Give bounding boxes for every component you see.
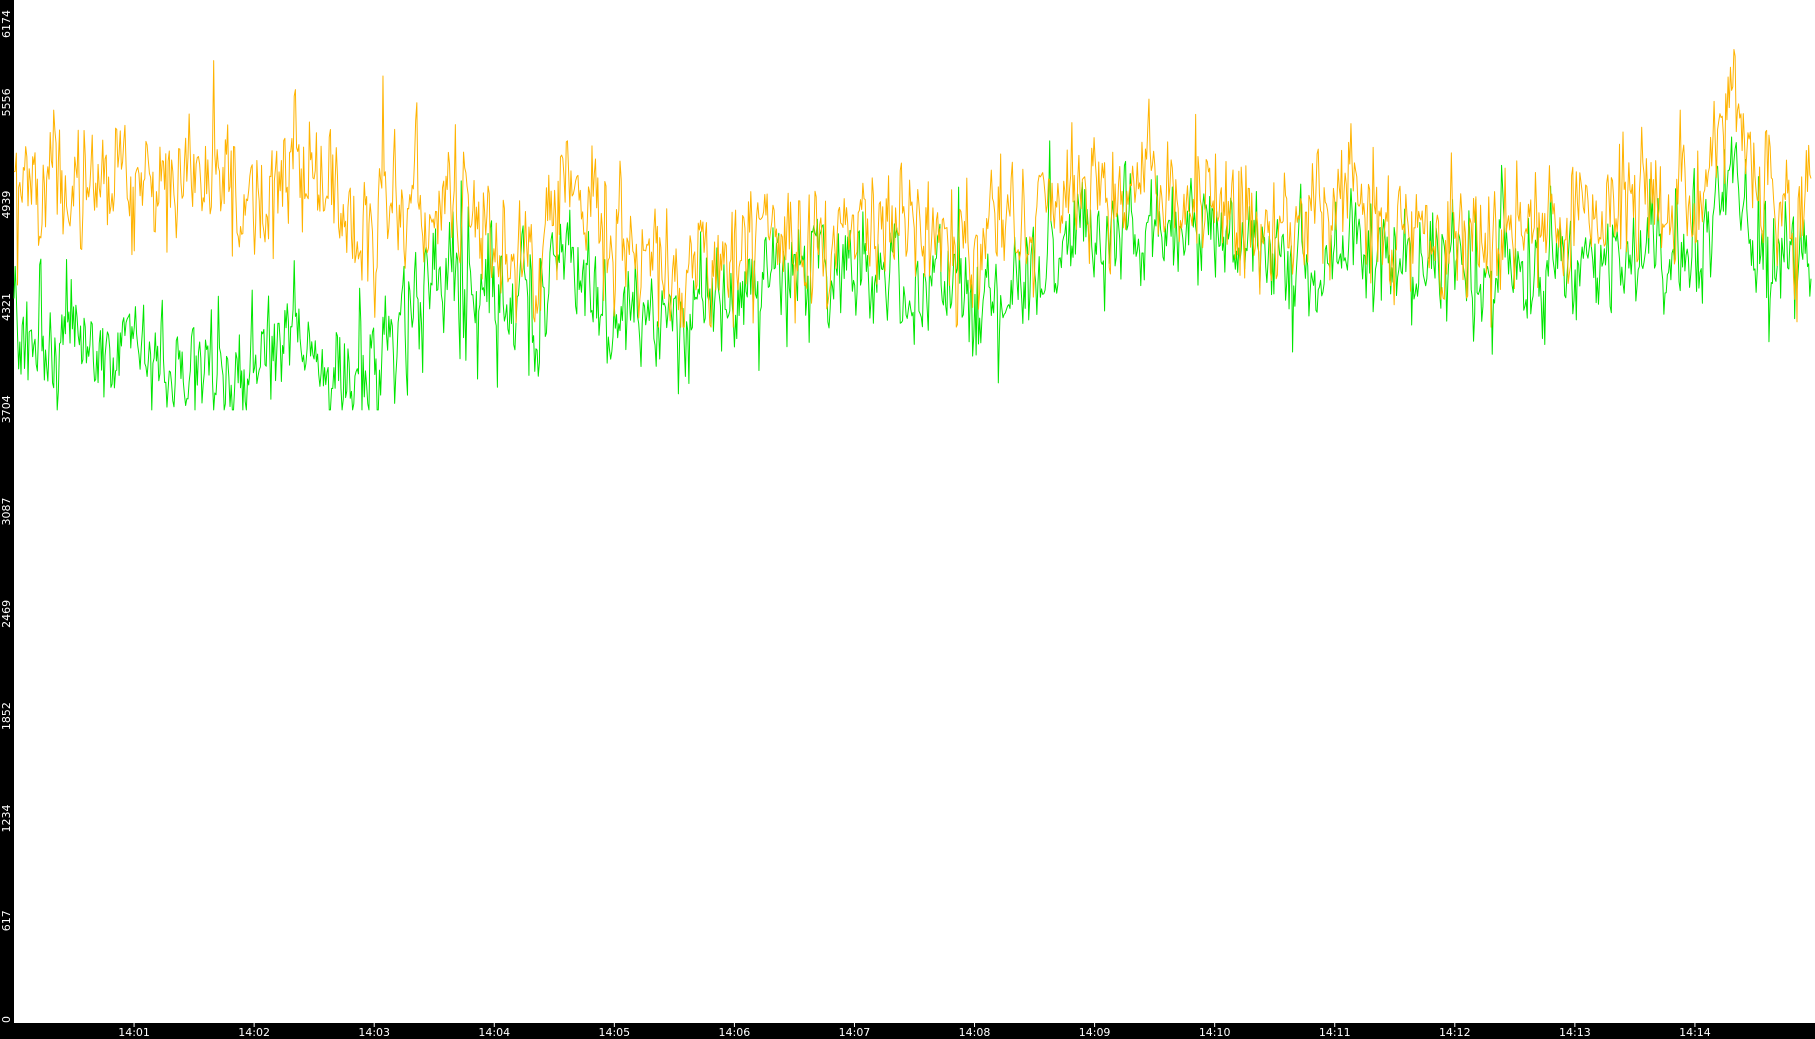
y-tick-label: 3087: [0, 498, 13, 526]
y-tick-label: 0: [0, 1016, 13, 1023]
y-tick-label: 6174: [0, 10, 13, 38]
x-tick-label: 14:06: [719, 1026, 751, 1039]
chart-canvas: 0 617 1234 1852 2469 3087 3704 4321 4939 5556 6174…: [0, 0, 1815, 1039]
y-tick-label: 2469: [0, 600, 13, 628]
y-tick-label: 1852: [0, 702, 13, 730]
x-tick-label: 14:11: [1319, 1026, 1351, 1039]
x-tick-label: 14:08: [959, 1026, 991, 1039]
x-tick-label: 14:14: [1679, 1026, 1711, 1039]
x-tick-label: 14:12: [1439, 1026, 1471, 1039]
x-tick-label: 14:05: [598, 1026, 630, 1039]
x-tick-label: 14:13: [1559, 1026, 1591, 1039]
y-tick-label: 617: [0, 910, 13, 931]
x-tick-label: 14:01: [118, 1026, 150, 1039]
x-tick-label: 14:09: [1079, 1026, 1111, 1039]
x-axis-bar: [0, 1023, 1815, 1039]
y-tick-label: 3704: [0, 395, 13, 423]
y-tick-label: 4321: [0, 293, 13, 321]
x-tick-label: 14:02: [238, 1026, 270, 1039]
y-tick-label: 4939: [0, 191, 13, 219]
line-chart: 0 617 1234 1852 2469 3087 3704 4321 4939 5556 6174…: [0, 0, 1815, 1039]
y-tick-label: 5556: [0, 88, 13, 116]
x-tick-label: 14:03: [358, 1026, 390, 1039]
x-tick-label: 14:07: [839, 1026, 871, 1039]
x-tick-label: 14:04: [478, 1026, 510, 1039]
y-tick-label: 1234: [0, 805, 13, 833]
x-tick-label: 14:10: [1199, 1026, 1231, 1039]
